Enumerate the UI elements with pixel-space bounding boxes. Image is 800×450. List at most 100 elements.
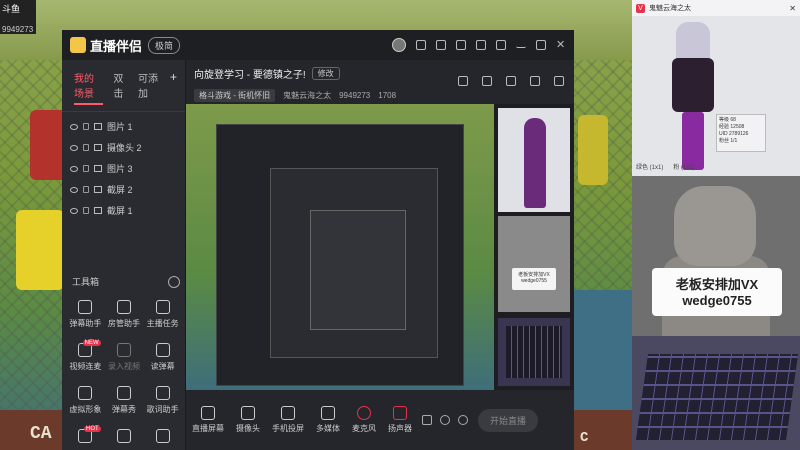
- visibility-eye-icon[interactable]: [70, 165, 78, 172]
- app-name: 直播伴侣: [90, 38, 143, 54]
- character-dress: [672, 58, 714, 112]
- tool-danmu-helper[interactable]: 弹幕助手: [66, 300, 105, 329]
- tool-lyrics-helper[interactable]: 歌词助手: [143, 386, 182, 415]
- screenshot-icon: [94, 207, 102, 214]
- anime-character-avatar: [668, 22, 718, 172]
- shirt-icon[interactable]: [476, 40, 486, 50]
- phone-cast-button[interactable]: 手机投屏: [272, 406, 304, 434]
- lock-icon[interactable]: [83, 186, 89, 193]
- source-item[interactable]: 截屏 1: [62, 200, 185, 221]
- add-scene-button[interactable]: +: [170, 70, 177, 105]
- camera-icon: [241, 406, 255, 420]
- lock-icon[interactable]: [83, 144, 89, 151]
- streamer-stats-card: 等级 68 经验 12508 UID 2789126 粉丝 1/1: [716, 114, 766, 152]
- source-label: 图片 1: [107, 122, 133, 132]
- close-icon[interactable]: ✕: [556, 40, 566, 51]
- status-dot-icon[interactable]: [440, 415, 450, 425]
- phone-icon: [281, 406, 295, 420]
- source-label: 截屏 1: [107, 206, 133, 216]
- character-figure: [524, 118, 546, 208]
- maximize-icon[interactable]: [536, 40, 546, 50]
- stats-line: 经验 12508: [719, 124, 745, 130]
- bottom-item-label: 手机投屏: [272, 424, 304, 433]
- lock-icon[interactable]: [83, 123, 89, 130]
- record-control-icon[interactable]: [422, 415, 432, 425]
- minimize-icon[interactable]: [516, 42, 526, 48]
- start-live-button[interactable]: 开始直播: [478, 408, 539, 432]
- settings-gear-icon[interactable]: [458, 415, 468, 425]
- tool-download[interactable]: [105, 429, 144, 443]
- stats-line: 粉丝 1/1: [719, 138, 738, 144]
- tool-virtual-avatar[interactable]: 虚拟形象: [66, 386, 105, 415]
- user-avatar-icon[interactable]: [392, 38, 406, 52]
- source-item[interactable]: 图片 1: [62, 116, 185, 137]
- source-item[interactable]: 摄像头 2: [62, 137, 185, 158]
- tool-read-danmu[interactable]: 读弹幕: [143, 343, 182, 372]
- tab-double-click[interactable]: 双击: [113, 70, 128, 105]
- skin-icon[interactable]: [416, 40, 426, 50]
- tool-label: 歌词助手: [146, 405, 179, 414]
- titlebar: 直播伴侣 极简 ✕: [62, 30, 574, 60]
- new-badge: NEW: [82, 340, 101, 346]
- tab-my-scenes[interactable]: 我的场景: [74, 70, 104, 105]
- message-icon[interactable]: [436, 40, 446, 50]
- close-icon[interactable]: ✕: [789, 4, 796, 13]
- tool-gift[interactable]: HOT: [66, 426, 105, 443]
- trash-icon[interactable]: [458, 76, 468, 86]
- toolbox-title: 工具箱: [72, 277, 100, 287]
- streamer-info-name: 鬼魅云海之太: [649, 5, 691, 12]
- speaker-icon: [393, 406, 407, 420]
- tool-label: 房管助手: [107, 319, 140, 328]
- lock-icon[interactable]: [83, 207, 89, 214]
- stats-line: UID 2789126: [719, 131, 749, 137]
- screen-capture-button[interactable]: 直播屏幕: [192, 406, 224, 434]
- edit-title-button[interactable]: 修改: [311, 67, 340, 80]
- microphone-button[interactable]: 麦克风: [352, 406, 376, 434]
- tool-video-link[interactable]: NEW 视频连麦: [66, 340, 105, 372]
- visibility-eye-icon[interactable]: [70, 123, 78, 130]
- lock-icon[interactable]: [482, 76, 492, 86]
- cat-sign-line-2: wedge0755: [682, 293, 752, 308]
- lyrics-icon: [155, 386, 170, 400]
- stream-title[interactable]: 向旋登学习 - 要德镇之子!: [194, 66, 306, 81]
- keyboard-camera-overlay: [632, 336, 800, 450]
- cat-sign-line-1: 老板安排加VX: [675, 277, 759, 292]
- mic-icon: [357, 406, 371, 420]
- bottom-item-label: 扬声器: [388, 424, 412, 433]
- image-icon: [94, 123, 102, 130]
- read-danmu-icon: [155, 343, 170, 357]
- source-list: 图片 1 摄像头 2 图片 3 截屏 2 截屏 1: [62, 112, 185, 225]
- settings-icon[interactable]: [496, 40, 506, 50]
- tool-record-video[interactable]: 录入视频: [105, 343, 144, 372]
- speaker-button[interactable]: 扬声器: [388, 406, 412, 434]
- source-label: 摄像头 2: [107, 143, 142, 153]
- scene-tabs: 我的场景 双击 可添加 +: [62, 60, 185, 112]
- visibility-eye-icon[interactable]: [70, 144, 78, 151]
- tool-admin-helper[interactable]: 房管助手: [105, 300, 144, 329]
- download-icon[interactable]: [456, 40, 466, 50]
- record-icon: [116, 343, 131, 357]
- tool-label: 视频连麦: [69, 362, 102, 371]
- more-tools-icon[interactable]: [168, 275, 180, 288]
- bell-icon[interactable]: [530, 76, 540, 86]
- visibility-eye-icon[interactable]: [70, 207, 78, 214]
- streamer-info-header: V 鬼魅云海之太 ✕: [632, 0, 800, 16]
- category-selector[interactable]: 格斗游戏 - 街机怀旧: [194, 89, 276, 102]
- stream-preview[interactable]: 老板安排加VX wedge0755: [186, 104, 574, 390]
- media-button[interactable]: 多媒体: [316, 406, 340, 434]
- visibility-eye-icon[interactable]: [70, 186, 78, 193]
- tool-game[interactable]: [143, 429, 182, 443]
- source-item[interactable]: 图片 3: [62, 158, 185, 179]
- douyu-watermark: 斗鱼 9949273: [0, 0, 36, 34]
- mode-badge[interactable]: 极简: [148, 36, 181, 54]
- tool-streamer-task[interactable]: 主播任务: [143, 300, 182, 329]
- source-item[interactable]: 截屏 2: [62, 179, 185, 200]
- lock-icon[interactable]: [83, 165, 89, 172]
- share-icon[interactable]: [554, 76, 564, 86]
- layer-icon[interactable]: [506, 76, 516, 86]
- tab-addable[interactable]: 可添加: [138, 70, 160, 105]
- tool-label: 主播任务: [146, 319, 179, 328]
- camera-button[interactable]: 摄像头: [236, 406, 260, 434]
- character-hair: [676, 22, 710, 62]
- tool-danmu-show[interactable]: 弹幕秀: [105, 386, 144, 415]
